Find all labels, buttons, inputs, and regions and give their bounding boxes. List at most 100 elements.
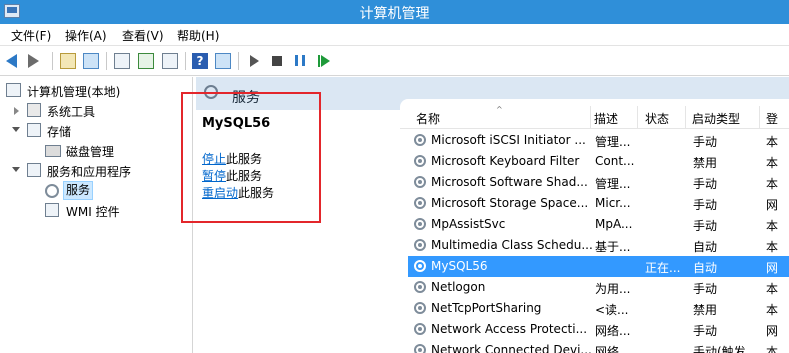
column-divider[interactable]: [590, 106, 591, 129]
tree-item-wmi[interactable]: WMI 控件: [0, 201, 193, 221]
refresh-icon[interactable]: [138, 53, 154, 69]
menu-help[interactable]: 帮助(H): [177, 27, 219, 44]
tree-item-storage[interactable]: 存储: [0, 121, 193, 141]
column-name[interactable]: 名称: [416, 110, 440, 127]
service-description-cell: 管理...: [595, 135, 631, 149]
restart-service-bar: [318, 55, 320, 67]
column-status[interactable]: 状态: [645, 110, 669, 127]
service-gear-icon: [414, 281, 426, 293]
service-logon-cell: 网: [766, 198, 779, 212]
tree-label: 系统工具: [47, 105, 96, 119]
table-row[interactable]: Multimedia Class Schedu... 基于... 自动 本: [408, 235, 789, 256]
storage-icon: [27, 123, 41, 137]
service-logon-cell: 本: [766, 303, 779, 317]
service-startup-cell: 禁用: [693, 303, 718, 317]
service-startup-cell: 自动: [693, 240, 718, 254]
column-divider[interactable]: [637, 106, 638, 129]
tree-item-disk-management[interactable]: 磁盘管理: [0, 141, 193, 161]
properties-icon[interactable]: [114, 53, 130, 69]
collapse-icon[interactable]: [12, 167, 20, 172]
service-status-cell: 正在...: [645, 261, 681, 275]
gear-icon: [45, 184, 59, 198]
navigation-tree: 计算机管理(本地) 系统工具 存储 磁盘管理 服务和应用程序 服务 WMI 控件: [0, 77, 193, 353]
service-name-cell: NetTcpPortSharing: [431, 301, 542, 315]
service-logon-cell: 本: [766, 135, 779, 149]
forward-arrow-icon[interactable]: [28, 54, 39, 68]
service-logon-cell: 本: [766, 240, 779, 254]
service-description-cell: <读...: [595, 303, 629, 317]
service-name-cell: Microsoft Software Shad...: [431, 175, 588, 189]
service-logon-cell: 本: [766, 156, 779, 170]
service-description-cell: 管理...: [595, 177, 631, 191]
column-divider[interactable]: [685, 106, 686, 129]
service-startup-cell: 自动: [693, 261, 718, 275]
service-startup-cell: 手动: [693, 219, 718, 233]
column-logon[interactable]: 登: [766, 110, 778, 127]
show-action-pane-icon[interactable]: [215, 53, 231, 69]
table-row[interactable]: Microsoft Software Shad... 管理... 手动 本: [408, 172, 789, 193]
column-startup-type[interactable]: 启动类型: [692, 110, 740, 127]
service-startup-cell: 手动: [693, 198, 718, 212]
computer-icon: [6, 83, 21, 97]
services-apps-icon: [27, 163, 41, 177]
up-folder-icon[interactable]: [60, 53, 76, 69]
column-divider[interactable]: [759, 106, 760, 129]
service-logon-cell: 网: [766, 324, 779, 338]
service-startup-cell: 手动: [693, 324, 718, 338]
menu-action[interactable]: 操作(A): [65, 27, 107, 44]
table-row[interactable]: MpAssistSvc MpA... 手动 本: [408, 214, 789, 235]
tree-label: 服务: [63, 181, 94, 200]
tree-item-services[interactable]: 服务: [0, 181, 193, 201]
toolbar-separator: [238, 52, 239, 70]
table-row[interactable]: Microsoft Storage Space... Micr... 手动 网: [408, 193, 789, 214]
tree-label: 磁盘管理: [66, 145, 115, 159]
service-name-cell: Network Access Protecti...: [431, 322, 588, 336]
service-startup-cell: 手动: [693, 177, 718, 191]
service-logon-cell: 本: [766, 177, 779, 191]
service-gear-icon: [414, 260, 426, 272]
table-row[interactable]: Network Access Protecti... 网络... 手动 网: [408, 319, 789, 340]
service-logon-cell: 本: [766, 345, 779, 353]
service-startup-cell: 手动: [693, 135, 718, 149]
export-list-icon[interactable]: [162, 53, 178, 69]
service-description-cell: 为用...: [595, 282, 631, 296]
service-gear-icon: [414, 155, 426, 167]
list-header: ^ 名称 描述 状态 启动类型 登: [400, 105, 789, 129]
sort-ascending-icon: ^: [496, 105, 503, 114]
table-row[interactable]: Microsoft Keyboard Filter Cont... 禁用 本: [408, 151, 789, 172]
table-row[interactable]: NetTcpPortSharing <读... 禁用 本: [408, 298, 789, 319]
service-name-cell: Microsoft iSCSI Initiator ...: [431, 133, 586, 147]
service-description-cell: 网络...: [595, 324, 631, 338]
service-description-cell: 基于...: [595, 240, 631, 254]
toolbar-separator: [52, 52, 53, 70]
show-tree-icon[interactable]: [83, 53, 99, 69]
menu-view[interactable]: 查看(V): [122, 27, 164, 44]
column-description[interactable]: 描述: [594, 110, 618, 127]
table-row[interactable]: MySQL56 正在... 自动 网: [408, 256, 789, 277]
highlight-annotation: [181, 92, 321, 223]
restart-service-icon[interactable]: [321, 55, 330, 67]
tree-item-system-tools[interactable]: 系统工具: [0, 101, 193, 121]
stop-service-icon[interactable]: [272, 56, 282, 66]
tree-item-services-apps[interactable]: 服务和应用程序: [0, 161, 193, 181]
service-description-cell: Micr...: [595, 196, 631, 210]
service-gear-icon: [414, 344, 426, 353]
expand-icon[interactable]: [14, 107, 19, 115]
help-icon[interactable]: ?: [192, 53, 208, 69]
back-arrow-icon[interactable]: [6, 54, 17, 68]
table-row[interactable]: Microsoft iSCSI Initiator ... 管理... 手动 本: [408, 130, 789, 151]
service-gear-icon: [414, 176, 426, 188]
service-name-cell: MySQL56: [431, 259, 488, 273]
table-row[interactable]: Netlogon 为用... 手动 本: [408, 277, 789, 298]
table-row[interactable]: Network Connected Devi... 网络... 手动(触发... 本: [408, 340, 789, 353]
start-service-icon[interactable]: [250, 55, 259, 67]
collapse-icon[interactable]: [12, 127, 20, 132]
service-gear-icon: [414, 323, 426, 335]
menu-file[interactable]: 文件(F): [11, 27, 51, 44]
tree-item-root[interactable]: 计算机管理(本地): [0, 81, 193, 101]
pause-service-icon[interactable]: [295, 55, 305, 66]
service-logon-cell: 本: [766, 282, 779, 296]
tree-label: 服务和应用程序: [47, 165, 132, 179]
service-name-cell: Microsoft Keyboard Filter: [431, 154, 580, 168]
tree-label: 计算机管理(本地): [27, 85, 121, 99]
